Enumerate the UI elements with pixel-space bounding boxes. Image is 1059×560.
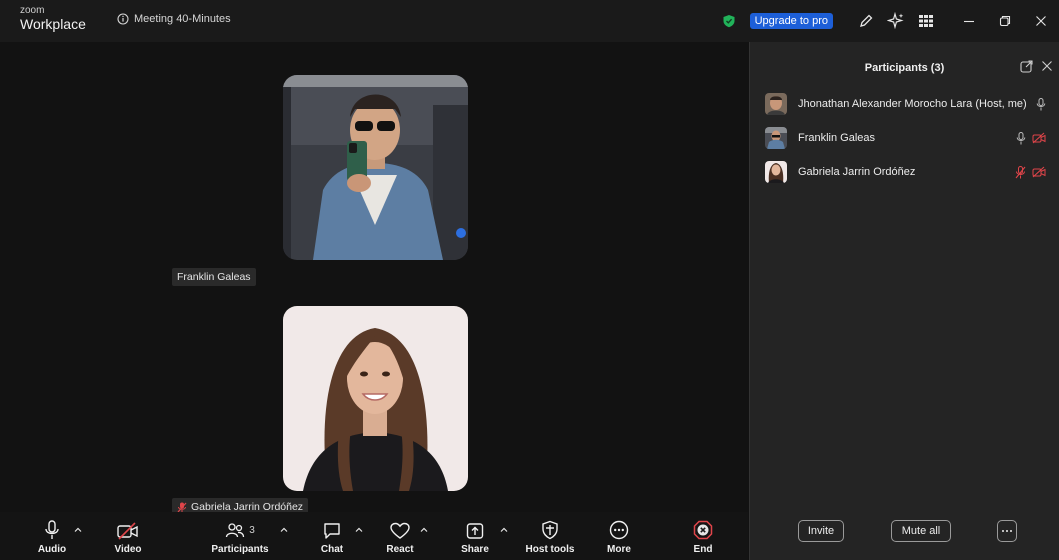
host-tools-label: Host tools (525, 544, 575, 555)
video-tile-gabriela[interactable] (283, 306, 468, 491)
react-options-caret-icon[interactable] (419, 525, 429, 535)
end-label: End (693, 544, 713, 555)
participant-name: Franklin Galeas (798, 132, 876, 144)
audio-label: Audio (37, 544, 67, 555)
panel-more-button[interactable] (997, 520, 1017, 542)
shield-check-icon[interactable] (722, 14, 736, 28)
more-icon (609, 520, 629, 540)
participant-row[interactable]: Franklin Galeas (750, 123, 1059, 153)
participant-name: Jhonathan Alexander Morocho Lara (Host, … (798, 98, 1027, 110)
video-off-icon (1032, 166, 1046, 178)
meeting-info[interactable]: Meeting 40-Minutes (117, 13, 231, 25)
mute-all-button[interactable]: Mute all (891, 520, 951, 542)
share-button[interactable]: Share (461, 512, 489, 560)
participants-count: 3 (249, 525, 255, 536)
video-label: Video (114, 544, 142, 555)
mic-on-icon (1036, 97, 1046, 110)
microphone-icon (45, 520, 59, 539)
participant-row[interactable]: Jhonathan Alexander Morocho Lara (Host, … (750, 89, 1059, 119)
restore-icon[interactable] (987, 6, 1023, 36)
pen-icon[interactable] (851, 6, 881, 36)
participants-icon (226, 523, 245, 538)
audio-button[interactable]: Audio (36, 512, 68, 560)
participant-row[interactable]: Gabriela Jarrin Ordóñez (750, 157, 1059, 187)
apps-grid-icon[interactable] (911, 6, 941, 36)
panel-header: Participants (3) (750, 42, 1059, 92)
react-button[interactable]: React (384, 512, 416, 560)
avatar (765, 93, 787, 115)
share-screen-icon (466, 523, 484, 539)
video-stage: Franklin Galeas Gabriela Jarrin Ordóñez (0, 42, 748, 516)
react-label: React (386, 544, 414, 555)
participant-name-tag: Franklin Galeas (172, 268, 256, 286)
end-meeting-button[interactable]: End (690, 512, 716, 560)
audio-options-caret-icon[interactable] (73, 525, 83, 535)
end-icon (693, 520, 713, 540)
close-panel-icon[interactable] (1041, 60, 1053, 72)
mic-muted-icon (177, 502, 187, 512)
panel-title: Participants (3) (864, 62, 945, 74)
more-button[interactable]: More (604, 512, 634, 560)
participant-video-image (283, 75, 468, 260)
panel-footer: Invite Mute all (750, 508, 1059, 560)
video-tile-franklin[interactable] (283, 75, 468, 260)
mic-muted-icon (1015, 165, 1026, 178)
participant-name: Gabriela Jarrin Ordóñez (798, 166, 916, 178)
meeting-title: Meeting 40-Minutes (134, 13, 231, 25)
avatar (765, 161, 787, 183)
popout-icon[interactable] (1020, 60, 1033, 73)
upgrade-button[interactable]: Upgrade to pro (749, 13, 833, 29)
brand-large: Workplace (20, 16, 86, 32)
info-icon (117, 13, 129, 25)
participants-button[interactable]: 3 Participants (208, 512, 272, 560)
participants-panel: Participants (3) Jhonathan Alexander Mor… (749, 42, 1059, 560)
chat-icon (324, 523, 340, 539)
shield-icon (542, 520, 558, 540)
close-icon[interactable] (1023, 6, 1059, 36)
sparkle-icon[interactable] (881, 6, 911, 36)
host-tools-button[interactable]: Host tools (524, 512, 576, 560)
avatar (765, 127, 787, 149)
heart-icon (390, 522, 410, 539)
chat-options-caret-icon[interactable] (354, 525, 364, 535)
participant-name: Franklin Galeas (177, 271, 251, 283)
brand-small: zoom (20, 5, 45, 16)
chat-button[interactable]: Chat (318, 512, 346, 560)
video-off-icon (1032, 132, 1046, 144)
participants-options-caret-icon[interactable] (279, 525, 289, 535)
video-button[interactable]: Video (112, 512, 144, 560)
share-label: Share (461, 544, 489, 555)
participants-label: Participants (211, 544, 269, 555)
title-bar: zoom Workplace Meeting 40-Minutes Upgrad… (0, 0, 1059, 42)
chat-label: Chat (320, 544, 344, 555)
more-icon (1002, 530, 1012, 532)
minimize-icon[interactable] (951, 6, 987, 36)
meeting-toolbar: Audio Video 3 Participants Chat React Sh… (0, 512, 748, 560)
more-label: More (607, 544, 631, 555)
video-off-icon (117, 522, 138, 540)
invite-button[interactable]: Invite (798, 520, 844, 542)
zoom-workplace-logo: zoom Workplace (20, 5, 86, 32)
mic-on-icon (1016, 131, 1026, 144)
participant-video-image (283, 306, 468, 491)
share-options-caret-icon[interactable] (499, 525, 509, 535)
